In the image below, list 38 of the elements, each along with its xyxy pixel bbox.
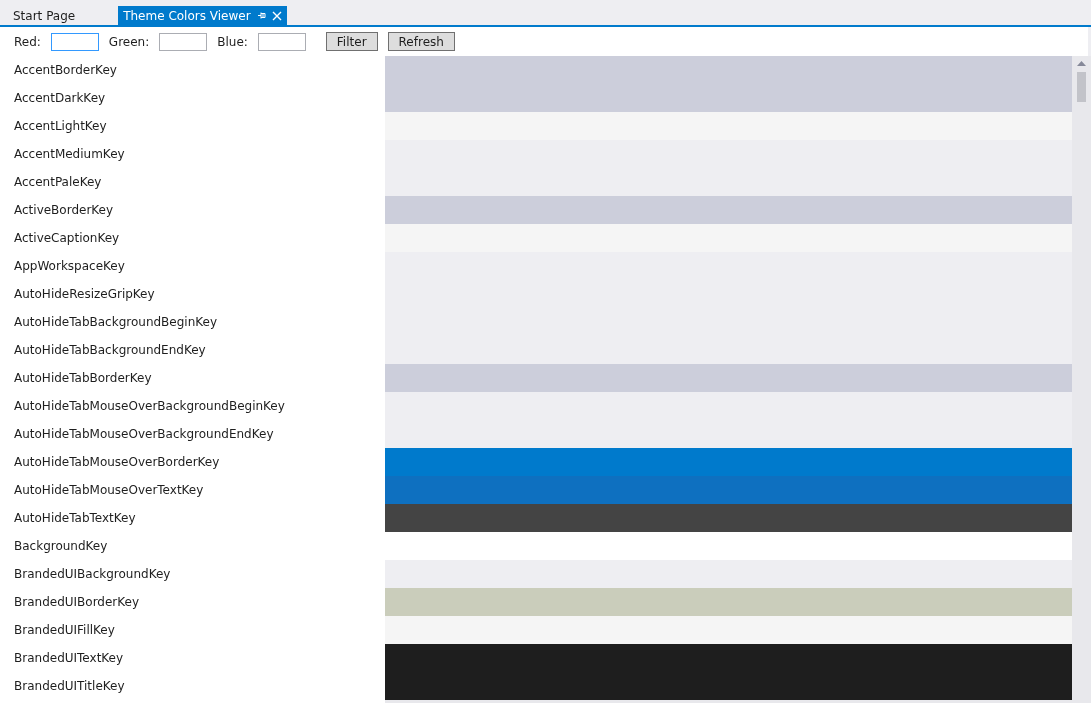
toolbar-button[interactable]: Filter: [325, 32, 378, 51]
color-key-name: AutoHideTabTextKey: [13, 510, 137, 527]
color-key-name: AccentMediumKey: [13, 146, 126, 163]
color-key-name: AutoHideTabBorderKey: [13, 370, 153, 387]
color-key-name: AccentDarkKey: [13, 90, 107, 107]
color-key-name: BrandedUITitleKey: [13, 678, 126, 695]
color-key-name: AccentBorderKey: [13, 62, 118, 79]
color-key-name: ActiveCaptionKey: [13, 230, 121, 247]
color-key-name: BrandedUIFillKey: [13, 622, 116, 639]
input-field[interactable]: [257, 32, 306, 51]
color-key-name: AccentPaleKey: [13, 174, 103, 191]
filter-label: Red:: [14, 34, 41, 49]
color-key-name: AppWorkspaceKey: [13, 258, 126, 275]
color-key-name: AutoHideResizeGripKey: [13, 286, 156, 303]
filter-label: Green:: [108, 34, 150, 49]
input-field[interactable]: [159, 32, 208, 51]
filter-label: Blue:: [217, 34, 248, 49]
close-icon[interactable]: [271, 10, 282, 21]
color-key-name: AutoHideTabBackgroundBeginKey: [13, 314, 219, 331]
color-key-name: AutoHideTabMouseOverTextKey: [13, 482, 205, 499]
color-key-name: BackgroundKey: [13, 538, 109, 555]
color-key-name: ActiveBorderKey: [13, 202, 115, 219]
color-key-name: BrandedUIBorderKey: [13, 594, 141, 611]
color-key-name: BrandedUITextKey: [13, 650, 125, 667]
color-key-name: AccentLightKey: [13, 118, 108, 135]
color-key-name: AutoHideTabMouseOverBackgroundEndKey: [13, 426, 275, 443]
pin-icon[interactable]: [256, 11, 266, 20]
toolbar-button[interactable]: Refresh: [387, 32, 455, 51]
input-field[interactable]: [50, 32, 99, 51]
document-tab[interactable]: Theme Colors Viewer: [118, 6, 287, 25]
document-tab[interactable]: Start Page: [8, 6, 81, 25]
scroll-thumb[interactable]: [1077, 72, 1086, 102]
vertical-scrollbar[interactable]: [1072, 56, 1091, 703]
color-key-name: BrandedUIBackgroundKey: [13, 566, 172, 583]
scroll-up-icon[interactable]: [1077, 61, 1086, 66]
color-key-name: AutoHideTabBackgroundEndKey: [13, 342, 207, 359]
color-key-name: AutoHideTabMouseOverBackgroundBeginKey: [13, 398, 286, 415]
color-key-name: AutoHideTabMouseOverBorderKey: [13, 454, 221, 471]
